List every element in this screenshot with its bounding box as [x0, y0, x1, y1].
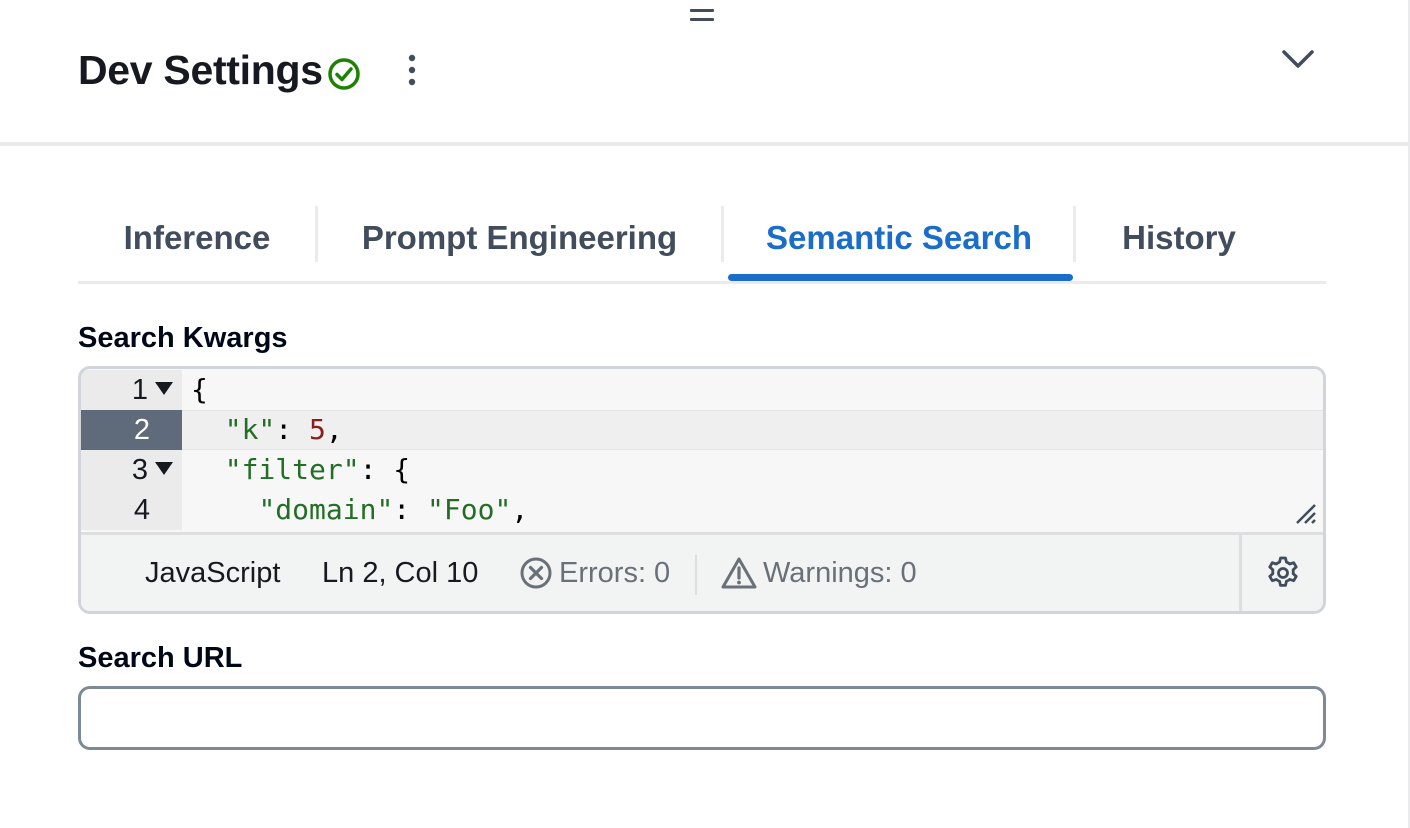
warning-triangle-icon [721, 556, 757, 590]
tab-prompt-engineering[interactable]: Prompt Engineering [318, 196, 721, 280]
fold-arrow-icon[interactable] [155, 462, 173, 475]
tab-history[interactable]: History [1076, 196, 1282, 280]
page-title: Dev Settings [78, 47, 323, 93]
x-circle-icon [519, 556, 553, 590]
code-text: "k": 5, [224, 413, 343, 446]
search-url-input[interactable] [78, 686, 1326, 750]
code-text: { [191, 373, 208, 406]
code-line[interactable]: 3 "filter": { [81, 450, 1323, 490]
code-area[interactable]: 1 { 2 "k": 5, 3 "filter": { 4 "domain": … [81, 369, 1323, 532]
tab-inference[interactable]: Inference [78, 196, 316, 280]
editor-status-bar: JavaScript Ln 2, Col 10 Errors: 0 Warnin… [81, 532, 1323, 611]
search-url-label: Search URL [78, 642, 243, 674]
code-line[interactable]: 4 "domain": "Foo", [81, 490, 1323, 530]
code-text: "domain": "Foo", [258, 493, 529, 526]
line-gutter: 4 [81, 490, 182, 530]
header-divider [0, 142, 1408, 146]
line-number: 2 [133, 414, 150, 446]
line-number: 3 [131, 454, 148, 486]
line-gutter: 1 [81, 370, 182, 410]
resize-grip-icon[interactable] [1293, 501, 1317, 525]
tab-semantic-search[interactable]: Semantic Search [724, 196, 1074, 280]
vertical-dots-icon[interactable] [398, 52, 426, 88]
editor-settings-button[interactable] [1239, 535, 1323, 611]
code-text: "filter": { [224, 453, 411, 486]
tab-bar: Inference Prompt Engineering Semantic Se… [78, 196, 1326, 286]
active-tab-indicator [728, 274, 1073, 281]
code-line[interactable]: 1 { [81, 370, 1323, 410]
cursor-position: Ln 2, Col 10 [322, 556, 479, 589]
gear-icon [1265, 555, 1301, 591]
panel-header: Dev Settings [0, 0, 1408, 143]
check-circle-icon [326, 56, 362, 92]
search-kwargs-label: Search Kwargs [78, 322, 288, 354]
tabs-baseline [78, 281, 1326, 284]
errors-indicator[interactable]: Errors: 0 [519, 535, 670, 611]
errors-count: Errors: 0 [559, 556, 671, 589]
line-number: 4 [133, 494, 150, 526]
warnings-indicator[interactable]: Warnings: 0 [721, 535, 917, 611]
warnings-count: Warnings: 0 [763, 556, 917, 589]
code-line-active[interactable]: 2 "k": 5, [81, 410, 1323, 450]
chevron-down-icon[interactable] [1278, 44, 1318, 76]
fold-arrow-icon[interactable] [155, 382, 173, 395]
line-number: 1 [131, 374, 148, 406]
language-mode[interactable]: JavaScript [145, 535, 280, 611]
status-separator [695, 555, 697, 595]
line-gutter-active: 2 [81, 410, 182, 450]
code-editor[interactable]: 1 { 2 "k": 5, 3 "filter": { 4 "domain": … [78, 366, 1326, 614]
line-gutter: 3 [81, 450, 182, 490]
